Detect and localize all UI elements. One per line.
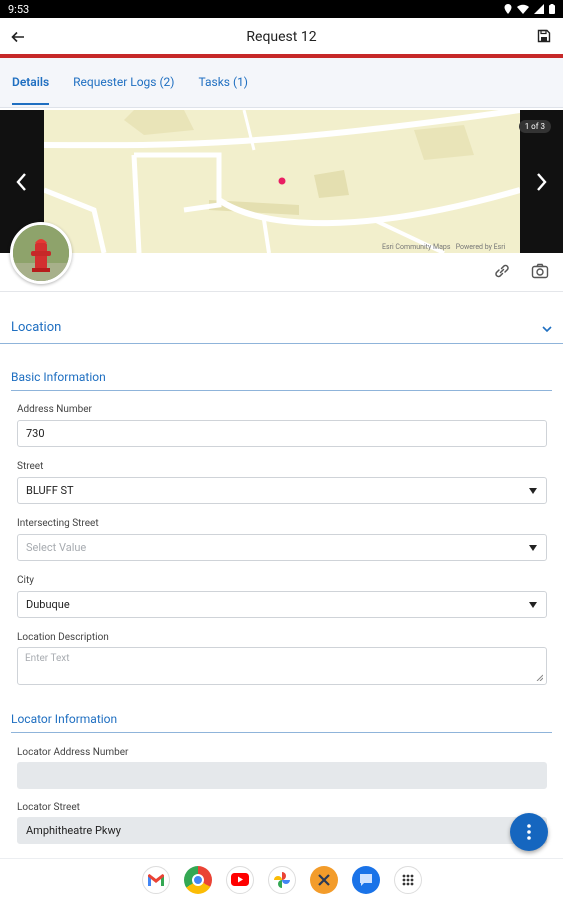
status-time: 9:53 (8, 2, 30, 16)
media-carousel: Esri Community Maps Powered by Esri 1 of… (0, 110, 563, 253)
attach-link-button[interactable] (493, 262, 511, 284)
city-select[interactable]: Dubuque (17, 591, 547, 618)
system-dock (0, 858, 563, 900)
media-actions (493, 262, 549, 284)
add-photo-button[interactable] (531, 262, 549, 284)
dropdown-arrow-icon (529, 488, 537, 494)
section-title: Location (11, 320, 62, 335)
tab-requester-logs[interactable]: Requester Logs (2) (61, 57, 186, 107)
arrow-back-icon (11, 31, 24, 43)
app-drawer-icon[interactable] (393, 865, 422, 894)
tab-tasks[interactable]: Tasks (1) (186, 57, 260, 107)
wifi-icon (517, 4, 529, 14)
chevron-down-icon (541, 320, 553, 339)
image-pager-badge: 1 of 3 (518, 120, 551, 133)
gmail-icon[interactable] (141, 865, 170, 894)
resize-handle-icon[interactable] (536, 674, 543, 681)
intersecting-street-select[interactable]: Select Value (17, 534, 547, 561)
map-pin-marker (278, 177, 286, 185)
fire-hydrant-icon (13, 225, 69, 281)
map-image[interactable]: Esri Community Maps Powered by Esri (43, 110, 521, 253)
locator-street-field: Amphitheatre Pkwy (17, 817, 547, 844)
tools-app-icon[interactable] (309, 865, 338, 894)
tab-label: Details (12, 75, 50, 89)
dropdown-arrow-icon (529, 545, 537, 551)
intersecting-street-label: Intersecting Street (17, 518, 99, 529)
basic-information-title: Basic Information (11, 370, 106, 384)
location-icon (504, 4, 512, 14)
save-icon (537, 29, 551, 43)
locator-address-number-field (17, 762, 547, 789)
page-title: Request 12 (246, 29, 317, 45)
camera-icon (531, 263, 549, 279)
youtube-icon[interactable] (225, 865, 254, 894)
photos-icon[interactable] (267, 865, 296, 894)
more-actions-button[interactable] (510, 813, 548, 851)
link-icon (495, 264, 509, 278)
divider (11, 732, 552, 733)
tab-label: Requester Logs (2) (73, 75, 175, 89)
street-label: Street (17, 461, 44, 472)
signal-icon (534, 4, 544, 14)
tab-details[interactable]: Details (0, 57, 61, 107)
battery-icon (549, 4, 555, 14)
locator-street-label: Locator Street (17, 802, 80, 813)
divider (11, 390, 552, 391)
messages-icon[interactable] (351, 865, 380, 894)
street-select[interactable]: BLUFF ST (17, 477, 547, 504)
status-bar: 9:53 (0, 0, 563, 18)
tab-label: Tasks (1) (198, 75, 248, 89)
address-number-field[interactable]: 730 (17, 420, 547, 447)
location-description-textarea[interactable]: Enter Text (17, 647, 547, 685)
more-vertical-icon (527, 824, 531, 840)
dropdown-arrow-icon (529, 602, 537, 608)
map-credits: Esri Community Maps Powered by Esri (382, 243, 506, 251)
locator-address-number-label: Locator Address Number (17, 747, 129, 758)
locator-information-title: Locator Information (11, 712, 118, 726)
location-section-header[interactable]: Location (0, 312, 563, 344)
app-bar: Request 12 (0, 18, 563, 56)
tab-bar: Details Requester Logs (2) Tasks (1) (0, 58, 563, 108)
chevron-right-icon (537, 172, 547, 191)
asset-thumbnail[interactable] (10, 222, 72, 284)
city-label: City (17, 575, 34, 586)
save-button[interactable] (537, 28, 555, 46)
location-description-label: Location Description (17, 632, 109, 643)
chevron-left-icon (16, 172, 26, 191)
back-button[interactable] (0, 18, 36, 56)
map-roads (43, 110, 521, 253)
address-number-label: Address Number (17, 404, 92, 415)
divider (0, 291, 563, 292)
chrome-icon[interactable] (183, 865, 212, 894)
